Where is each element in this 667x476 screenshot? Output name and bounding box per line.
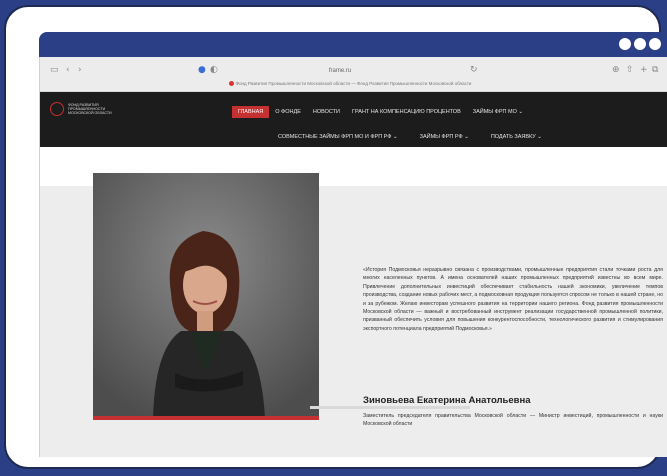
share-icon[interactable]: ⇧: [626, 65, 634, 75]
dot-icon: [619, 38, 631, 50]
browser-window: ▭ ‹ › ● ◐ frame.ru ↻ ⊕ ⇧ + ⧉ Фонд Развит…: [39, 57, 667, 457]
main-content: «История Подмосковья неразрывно связана …: [40, 148, 667, 457]
logo-emblem: [50, 102, 64, 116]
reload-icon[interactable]: ↻: [470, 65, 478, 75]
download-icon[interactable]: ⊕: [612, 65, 620, 75]
favicon-icon: [228, 81, 234, 87]
decorative-line: [310, 406, 470, 409]
frame-title-bar: [39, 32, 667, 57]
site-logo[interactable]: ФОНД РАЗВИТИЯ ПРОМЫШЛЕННОСТИ МОСКОВСКОЙ …: [50, 102, 128, 116]
menu-item-apply[interactable]: ПОДАТЬ ЗАЯВКУ ⌄: [485, 131, 548, 143]
menu-item-joint-loans[interactable]: СОВМЕСТНЫЕ ЗАЙМЫ ФРП МО И ФРП РФ ⌄: [272, 131, 404, 143]
browser-toolbar: ▭ ‹ › ● ◐ frame.ru ↻ ⊕ ⇧ + ⧉ Фонд Развит…: [40, 57, 667, 92]
menu-item-news[interactable]: НОВОСТИ: [307, 106, 346, 118]
new-tab-icon[interactable]: +: [640, 65, 648, 75]
photo-accent-line: [93, 416, 319, 420]
menu-item-grant[interactable]: ГРАНТ НА КОМПЕНСАЦИЮ ПРОЦЕНТОВ: [346, 106, 467, 118]
portrait-photo: [93, 173, 319, 418]
menu-item-about[interactable]: О ФОНДЕ: [269, 106, 307, 118]
address-bar[interactable]: frame.ru: [200, 65, 480, 77]
menu-item-loans-rf[interactable]: ЗАЙМЫ ФРП РФ ⌄: [414, 131, 475, 143]
person-name: Зиновьева Екатерина Анатольевна: [363, 395, 531, 406]
tabs-icon[interactable]: ⧉: [652, 65, 658, 75]
main-menu: ГЛАВНАЯ О ФОНДЕ НОВОСТИ ГРАНТ НА КОМПЕНС…: [232, 106, 529, 118]
forward-icon[interactable]: ›: [78, 65, 82, 75]
portrait-image: [93, 173, 319, 418]
quote-text: «История Подмосковья неразрывно связана …: [363, 267, 663, 332]
tab-title[interactable]: Фонд Развития Промышленности Московской …: [200, 81, 500, 87]
window-controls[interactable]: [619, 38, 661, 50]
secondary-menu: СОВМЕСТНЫЕ ЗАЙМЫ ФРП МО И ФРП РФ ⌄ ЗАЙМЫ…: [272, 131, 548, 143]
dot-icon: [634, 38, 646, 50]
site-header: ФОНД РАЗВИТИЯ ПРОМЫШЛЕННОСТИ МОСКОВСКОЙ …: [40, 92, 667, 147]
back-icon[interactable]: ‹: [66, 65, 70, 75]
dot-icon: [649, 38, 661, 50]
menu-item-loans-mo[interactable]: ЗАЙМЫ ФРП МО ⌄: [467, 106, 529, 118]
sidebar-icon[interactable]: ▭: [50, 65, 59, 75]
person-role: Заместитель председателя правительства М…: [363, 413, 663, 428]
menu-item-home[interactable]: ГЛАВНАЯ: [232, 106, 270, 118]
logo-text: ФОНД РАЗВИТИЯ ПРОМЫШЛЕННОСТИ МОСКОВСКОЙ …: [68, 102, 112, 116]
